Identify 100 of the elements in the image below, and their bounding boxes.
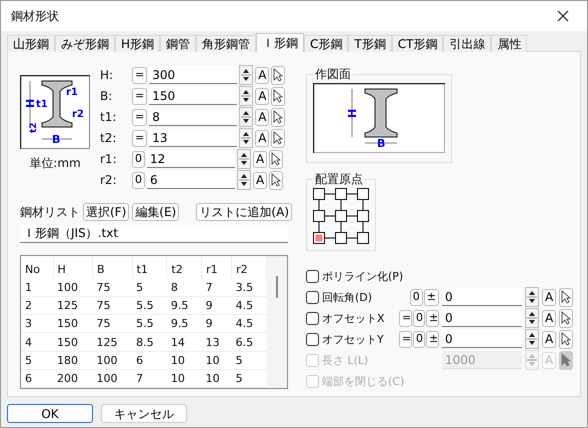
auto-button[interactable]: A xyxy=(255,88,270,104)
add-to-list-button[interactable]: リストに追加(A) xyxy=(196,203,292,221)
pointer-button[interactable] xyxy=(269,150,284,168)
tab[interactable]: H形鋼 xyxy=(115,35,160,52)
checkbox[interactable] xyxy=(306,312,319,324)
spinner-button[interactable] xyxy=(239,128,254,148)
table-cell: 8 xyxy=(166,279,202,297)
mode-button[interactable]: = xyxy=(132,66,148,84)
column-header[interactable]: t1 xyxy=(132,256,167,279)
mode-button[interactable]: ± xyxy=(424,288,439,306)
pointer-button[interactable] xyxy=(271,66,286,84)
mode-button[interactable]: = xyxy=(132,130,148,146)
table-cell: 14 xyxy=(166,332,202,352)
tab[interactable]: C形鋼 xyxy=(304,35,348,52)
table-cell: 8.5 xyxy=(132,332,167,352)
tab[interactable]: 角形鋼管 xyxy=(196,35,256,52)
preview-title: 作図面 xyxy=(314,66,352,83)
param-field[interactable]: 6 xyxy=(147,171,235,189)
origin-point[interactable] xyxy=(335,188,347,200)
table-cell: 75 xyxy=(92,314,132,333)
auto-button[interactable]: A xyxy=(255,108,270,126)
spinner-button[interactable] xyxy=(237,170,251,190)
table-cell: 4 xyxy=(21,332,53,352)
column-header[interactable]: H xyxy=(53,256,93,279)
param-field[interactable]: 13 xyxy=(149,129,238,147)
tab[interactable]: 鋼管 xyxy=(160,35,196,52)
auto-button[interactable]: A xyxy=(253,150,268,168)
unit-label: 単位:mm xyxy=(29,155,81,172)
spinner-button[interactable] xyxy=(525,287,539,307)
mode-button[interactable]: = xyxy=(132,108,148,126)
auto-button[interactable]: A xyxy=(255,130,270,146)
auto-button[interactable]: A xyxy=(542,330,556,348)
option-field[interactable]: 0 xyxy=(442,288,522,306)
tab[interactable]: 引出線 xyxy=(443,35,492,52)
spinner-button[interactable] xyxy=(239,107,254,127)
tab[interactable]: 山形鋼 xyxy=(7,35,55,52)
param-field[interactable]: 150 xyxy=(149,87,238,105)
file-field[interactable]: Ｉ形鋼（JIS）.txt xyxy=(20,225,288,243)
mode-button[interactable]: = xyxy=(132,88,148,104)
mode-button[interactable]: 0 xyxy=(132,150,145,168)
spinner-button[interactable] xyxy=(239,86,254,106)
param-field[interactable]: 300 xyxy=(149,66,238,84)
mode-button[interactable]: 0 xyxy=(413,310,425,326)
option-field[interactable]: 0 xyxy=(442,330,522,348)
param-field[interactable]: 12 xyxy=(147,150,235,168)
pointer-button[interactable] xyxy=(559,308,574,328)
mode-button[interactable]: 0 xyxy=(413,330,425,348)
table-cell: 10 xyxy=(202,351,232,370)
origin-point[interactable] xyxy=(357,210,369,222)
auto-button[interactable]: A xyxy=(542,310,556,326)
mode-button[interactable]: 0 xyxy=(132,172,145,188)
scrollbar-thumb[interactable] xyxy=(276,276,278,298)
origin-point[interactable] xyxy=(313,232,325,244)
spinner-button[interactable] xyxy=(525,329,539,349)
auto-button[interactable]: A xyxy=(255,66,270,84)
pointer-button[interactable] xyxy=(271,128,286,148)
origin-point[interactable] xyxy=(313,210,325,222)
origin-point[interactable] xyxy=(357,188,369,200)
list-button[interactable]: 選択(F) xyxy=(83,203,130,221)
pointer-button[interactable] xyxy=(269,170,284,190)
mode-button[interactable]: = xyxy=(399,330,412,348)
mode-button[interactable]: ± xyxy=(426,310,439,326)
pointer-button[interactable] xyxy=(271,108,286,126)
checkbox[interactable] xyxy=(306,332,319,346)
pointer-button[interactable] xyxy=(559,288,574,306)
tab[interactable]: T形鋼 xyxy=(348,35,392,52)
dialog-button[interactable]: キャンセル xyxy=(101,404,187,423)
mode-button[interactable]: = xyxy=(399,310,412,326)
table-cell: 10 xyxy=(202,369,232,388)
origin-point[interactable] xyxy=(335,232,347,244)
list-button[interactable]: 編集(E) xyxy=(132,203,180,221)
tab[interactable]: CT形鋼 xyxy=(392,35,444,52)
mode-button[interactable]: 0 xyxy=(410,288,423,306)
table-cell: 180 xyxy=(53,351,93,370)
spinner-button[interactable] xyxy=(239,65,254,85)
tab[interactable]: Ｉ形鋼 xyxy=(256,33,304,52)
pointer-button[interactable] xyxy=(559,330,574,348)
column-header[interactable]: t2 xyxy=(166,256,202,279)
param-field[interactable]: 8 xyxy=(149,108,238,126)
mode-button[interactable]: ± xyxy=(426,330,439,348)
origin-point[interactable] xyxy=(313,188,325,200)
tab[interactable]: みぞ形鋼 xyxy=(55,35,115,52)
origin-point[interactable] xyxy=(335,210,347,222)
pointer-button[interactable] xyxy=(271,86,286,106)
checkbox[interactable] xyxy=(306,270,319,282)
origin-point[interactable] xyxy=(357,232,369,244)
table-cell: 125 xyxy=(92,332,132,352)
auto-button[interactable]: A xyxy=(253,172,268,188)
column-header[interactable]: No xyxy=(21,256,53,279)
option-field[interactable]: 0 xyxy=(442,309,522,327)
column-header[interactable]: r1 xyxy=(202,256,232,279)
dialog-button[interactable]: OK xyxy=(7,404,93,423)
tab[interactable]: 属性 xyxy=(491,35,528,52)
auto-button[interactable]: A xyxy=(542,288,556,306)
checkbox[interactable] xyxy=(306,290,319,304)
column-header[interactable]: B xyxy=(92,256,132,279)
spinner-button[interactable] xyxy=(237,149,251,169)
close-icon[interactable] xyxy=(557,10,569,22)
table-cell: 10 xyxy=(166,351,202,370)
spinner-button[interactable] xyxy=(525,308,539,328)
